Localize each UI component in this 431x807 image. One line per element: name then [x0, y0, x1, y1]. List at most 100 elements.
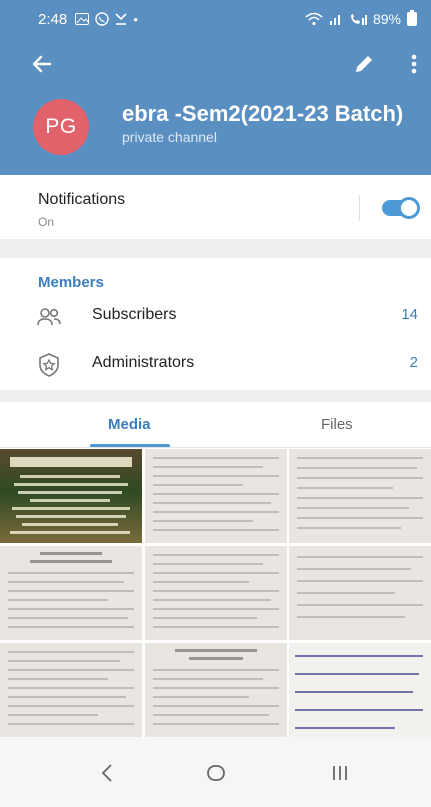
doc-line [153, 466, 263, 468]
download-icon [115, 13, 127, 25]
handwritten-line [295, 691, 413, 693]
doc-line [297, 527, 401, 529]
doc-heading [30, 560, 112, 563]
members-title: Members [38, 274, 104, 291]
recents-icon [333, 766, 347, 780]
media-thumbnail[interactable] [145, 643, 287, 737]
section-divider [0, 239, 431, 258]
doc-line [153, 617, 257, 619]
chevron-left-icon [101, 764, 112, 782]
media-thumbnail[interactable] [0, 546, 142, 640]
doc-line [8, 723, 134, 725]
handwritten-line [295, 673, 419, 675]
media-thumbnail[interactable] [145, 546, 287, 640]
notifications-label: Notifications [38, 191, 126, 208]
doc-line [8, 678, 108, 680]
doc-line [153, 705, 279, 707]
poster-line [10, 531, 130, 534]
doc-line [8, 696, 126, 698]
doc-line [153, 696, 249, 698]
handwritten-line [295, 709, 423, 711]
notifications-toggle[interactable] [382, 197, 420, 219]
divider [359, 195, 360, 221]
media-tabs: Media Files [0, 402, 431, 448]
back-button[interactable] [28, 50, 56, 78]
doc-line [153, 475, 279, 477]
media-grid [0, 449, 431, 737]
nav-back-button[interactable] [96, 761, 120, 785]
poster-line [20, 475, 120, 478]
doc-line [8, 581, 124, 583]
more-options-button[interactable] [404, 50, 424, 78]
subscribers-count: 14 [401, 306, 418, 323]
subscribers-label: Subscribers [92, 306, 177, 323]
doc-line [297, 568, 411, 570]
nav-recents-button[interactable] [328, 761, 352, 785]
doc-line [153, 723, 279, 725]
doc-line [153, 511, 279, 513]
media-thumbnail[interactable] [0, 449, 142, 543]
gallery-icon [75, 13, 90, 25]
doc-line [153, 493, 279, 495]
nav-home-button[interactable] [204, 761, 228, 785]
doc-line [8, 590, 134, 592]
doc-line [8, 599, 108, 601]
doc-line [8, 626, 134, 628]
media-thumbnail[interactable] [289, 546, 431, 640]
poster-line [12, 507, 130, 510]
whatsapp-icon [95, 12, 109, 26]
doc-line [297, 497, 423, 499]
doc-line [153, 581, 249, 583]
channel-avatar[interactable]: PG [33, 99, 89, 155]
doc-line [297, 604, 423, 606]
signal-icon [329, 15, 340, 25]
doc-line [153, 554, 279, 556]
doc-line [8, 617, 128, 619]
poster-line [30, 499, 110, 502]
call-signal-icon [350, 14, 367, 25]
doc-line [153, 520, 253, 522]
more-vert-icon [411, 54, 417, 74]
administrators-row[interactable]: Administrators 2 [0, 340, 431, 388]
doc-line [153, 599, 271, 601]
doc-line [297, 517, 423, 519]
doc-line [8, 669, 134, 671]
people-icon [37, 308, 61, 326]
administrators-label: Administrators [92, 354, 195, 371]
media-thumbnail[interactable] [145, 449, 287, 543]
notifications-row[interactable]: Notifications On [0, 175, 431, 239]
doc-line [8, 687, 134, 689]
toggle-knob [398, 197, 420, 219]
doc-line [153, 484, 243, 486]
doc-line [8, 572, 134, 574]
admin-shield-icon [39, 353, 59, 377]
subscribers-row[interactable]: Subscribers 14 [0, 292, 431, 340]
status-time: 2:48 [38, 10, 68, 28]
doc-line [297, 457, 423, 459]
doc-line [297, 477, 423, 479]
poster-line [18, 491, 122, 494]
media-thumbnail[interactable] [289, 449, 431, 543]
media-thumbnail[interactable] [289, 643, 431, 737]
doc-line [153, 563, 263, 565]
doc-line [8, 651, 134, 653]
administrators-count: 2 [409, 354, 418, 371]
doc-line [297, 592, 395, 594]
status-right-icons: 89% [305, 10, 417, 27]
doc-line [8, 705, 134, 707]
tab-media[interactable]: Media [108, 416, 151, 433]
doc-line [8, 660, 120, 662]
doc-line [8, 714, 98, 716]
dot-icon: • [133, 11, 138, 27]
tab-files[interactable]: Files [321, 416, 353, 433]
status-bar: 2:48 • 89% [0, 0, 431, 38]
doc-line [297, 580, 423, 582]
members-section: Members Subscribers 14 Administrators 2 [0, 258, 431, 390]
edit-button[interactable] [350, 50, 378, 78]
doc-heading [189, 657, 243, 660]
media-thumbnail[interactable] [0, 643, 142, 737]
doc-line [153, 590, 279, 592]
active-tab-indicator [90, 444, 170, 447]
system-nav-bar [0, 737, 431, 807]
doc-line [297, 616, 405, 618]
